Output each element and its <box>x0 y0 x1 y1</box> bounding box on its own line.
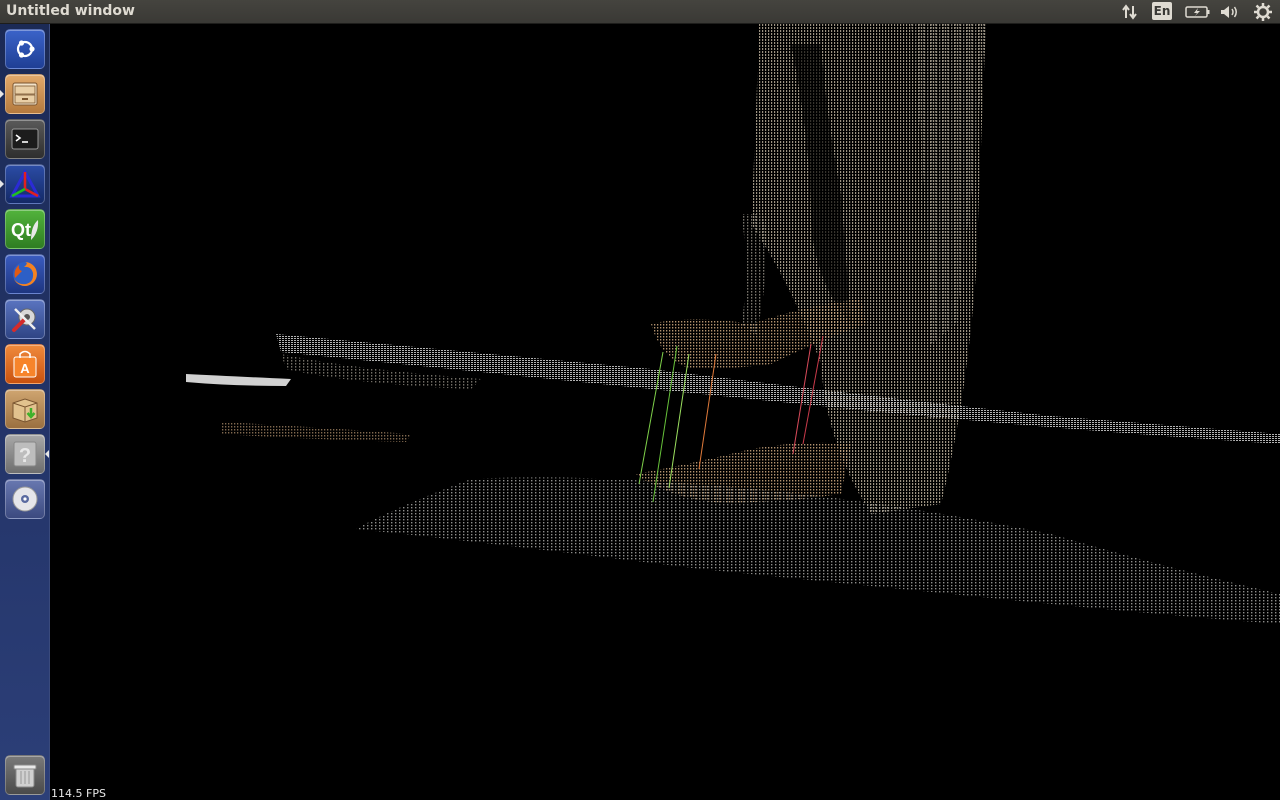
point-cloud-floor <box>356 477 1280 624</box>
file-cabinet-icon <box>12 82 38 106</box>
launcher-help[interactable]: ? <box>5 434 45 474</box>
package-download-icon <box>12 398 38 423</box>
gear-icon[interactable] <box>1252 2 1274 22</box>
launcher-archive-manager[interactable] <box>5 389 45 429</box>
launcher-disc[interactable] <box>5 479 45 519</box>
colored-triangle-icon <box>9 169 41 198</box>
launcher-software-center[interactable]: A <box>5 344 45 384</box>
battery-icon[interactable] <box>1184 2 1212 22</box>
settings-tools-icon <box>12 308 36 332</box>
svg-text:A: A <box>20 361 30 376</box>
launcher-qt-creator[interactable]: Qt <box>5 209 45 249</box>
firefox-icon <box>13 262 37 286</box>
running-indicator <box>0 180 4 188</box>
keyboard-layout-indicator[interactable]: En <box>1152 2 1172 20</box>
launcher-3d-app[interactable] <box>5 164 45 204</box>
running-indicator <box>0 90 4 98</box>
point-cloud-trunk <box>741 24 986 514</box>
top-panel: Untitled window En <box>0 0 1280 24</box>
ubuntu-logo-icon <box>16 40 35 58</box>
launcher-dash-home[interactable] <box>5 29 45 69</box>
cd-icon <box>12 486 38 512</box>
qt-logo-icon: Qt <box>11 220 39 240</box>
fps-counter: 114.5 FPS <box>51 787 106 800</box>
point-cloud-render <box>186 24 1280 624</box>
window-title: Untitled window <box>6 3 135 19</box>
launcher: Qt A ? <box>0 24 50 800</box>
svg-text:Qt: Qt <box>11 220 31 240</box>
point-cloud-viewport[interactable] <box>51 24 1280 800</box>
trash-icon <box>13 764 37 788</box>
launcher-system-settings[interactable] <box>5 299 45 339</box>
shopping-bag-icon: A <box>13 350 37 378</box>
launcher-trash[interactable] <box>5 755 45 795</box>
launcher-files[interactable] <box>5 74 45 114</box>
launcher-firefox[interactable] <box>5 254 45 294</box>
network-updown-icon[interactable] <box>1120 2 1140 22</box>
volume-icon[interactable] <box>1218 2 1242 22</box>
launcher-terminal[interactable] <box>5 119 45 159</box>
question-mark-icon: ? <box>13 441 37 467</box>
svg-text:?: ? <box>19 445 31 467</box>
focused-indicator <box>45 450 49 458</box>
terminal-icon <box>11 128 39 150</box>
